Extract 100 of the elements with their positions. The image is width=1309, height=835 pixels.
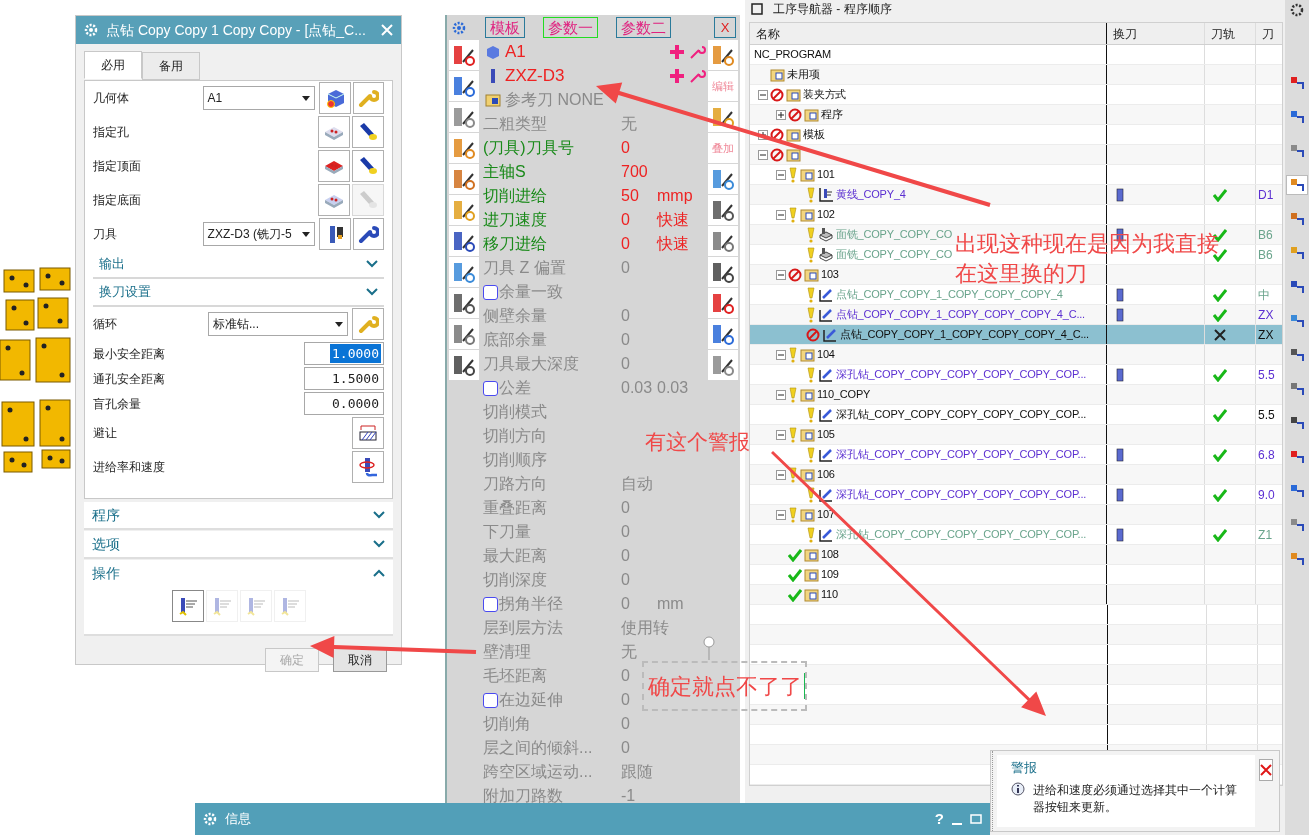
tree-item-label[interactable]: 106 — [817, 466, 835, 483]
param-value: 无 — [621, 114, 638, 134]
checkbox[interactable] — [483, 596, 498, 612]
toolbar-icon — [1289, 211, 1305, 227]
param-value: 0 — [621, 666, 631, 686]
tree-item-label[interactable]: 深孔钻_COPY_COPY_COPY_COPY_COPY_COP... — [836, 406, 1087, 423]
tree-item-label[interactable]: 101 — [817, 166, 835, 183]
table-cell-text: 9.0 — [1258, 486, 1275, 504]
settings-icon — [84, 23, 98, 37]
cube-icon — [324, 87, 346, 109]
param-value: 0 — [621, 522, 631, 542]
tree-item-label[interactable]: 装夹方式 — [803, 86, 847, 103]
tree-item-label[interactable]: 深孔钻_COPY_COPY_COPY_COPY_COPY_COP... — [836, 486, 1087, 503]
column-header[interactable]: 换刀 — [1106, 23, 1206, 44]
param-value: 50 — [621, 186, 640, 206]
param-label: 底部余量 — [483, 330, 547, 350]
tab[interactable]: 必用 — [84, 51, 142, 79]
param-label: 重叠距离 — [483, 498, 547, 518]
number-field[interactable]: 0.0000 — [304, 392, 384, 415]
field-label: 最小安全距离 — [93, 345, 165, 363]
toolbar-icon — [1289, 381, 1305, 397]
tree-item-label[interactable]: 102 — [817, 206, 835, 223]
param-label: 刀路方向 — [483, 474, 547, 494]
param-value: 0 — [621, 498, 631, 518]
tree-item-label[interactable]: NC_PROGRAM — [754, 46, 831, 63]
tree-item-label[interactable]: 深孔钻_COPY_COPY_COPY_COPY_COPY_COP... — [836, 366, 1087, 383]
param-label: 壁清理 — [483, 642, 531, 662]
select-button[interactable] — [352, 150, 384, 182]
operation-button[interactable] — [171, 590, 204, 622]
tree-item-label[interactable]: 模板 — [803, 126, 825, 143]
section-header[interactable]: 输出 — [93, 251, 384, 279]
toolbar-icon — [1289, 551, 1305, 567]
param-label: 切削模式 — [483, 402, 547, 422]
param-value: 0 — [621, 258, 631, 278]
tree-item-label[interactable]: 109 — [821, 566, 839, 583]
param-value: 0 — [621, 234, 631, 254]
param-value: 0 — [621, 354, 631, 374]
tree-item-label[interactable]: 110 — [821, 586, 838, 603]
tree-item-label[interactable]: 程序 — [821, 106, 843, 123]
toolbar-icon — [1289, 449, 1305, 465]
tree-item-label[interactable]: 点钻_COPY_COPY_1_COPY_COPY_COPY_4_C... — [840, 326, 1089, 343]
checkbox[interactable] — [483, 380, 498, 396]
param-label: 层到层方法 — [483, 618, 563, 638]
maximize-icon — [970, 813, 982, 825]
param-unit: 快速 — [657, 234, 689, 254]
dropdown[interactable]: ZXZ-D3 (铣刀-5 — [202, 222, 316, 246]
dropdown[interactable]: 标准钻... — [208, 312, 348, 336]
field-label: 避让 — [93, 425, 117, 442]
option-button[interactable] — [352, 218, 384, 250]
param-label: 刀具最大深度 — [483, 354, 579, 374]
tree-item-label[interactable]: 103 — [821, 266, 839, 283]
table-cell-text: D1 — [1258, 186, 1274, 204]
number-field[interactable]: 1.0000 — [304, 342, 384, 365]
settings-icon — [1289, 2, 1305, 18]
dropdown[interactable]: A1 — [202, 86, 316, 110]
tree-item-label[interactable]: 点钻_COPY_COPY_1_COPY_COPY_COPY_4_C... — [836, 306, 1085, 323]
param-value: 使用转 — [621, 618, 670, 638]
tree-item-label[interactable]: 105 — [817, 426, 835, 443]
option-button[interactable] — [319, 218, 351, 250]
window-icon — [751, 3, 763, 15]
param-value: 0.03 — [621, 378, 654, 398]
param-value: 自动 — [621, 474, 654, 494]
column-header[interactable]: 刀 — [1256, 23, 1282, 44]
planar-op-icon — [818, 186, 834, 203]
close-button[interactable] — [1259, 759, 1273, 781]
tree-item-label[interactable]: 110_COPY — [817, 386, 871, 403]
column-header[interactable]: 名称 — [750, 23, 1107, 44]
section-header[interactable]: 换刀设置 — [93, 279, 384, 307]
option-button[interactable] — [352, 451, 384, 483]
tree-item-label[interactable]: 未用项 — [787, 66, 820, 83]
section-header[interactable]: 选项 — [84, 531, 393, 557]
flashlight-icon — [357, 121, 379, 143]
section-header[interactable]: 程序 — [84, 502, 393, 528]
tree-item-label[interactable]: 104 — [817, 346, 835, 363]
param-label: 进刀速度 — [483, 210, 547, 230]
object-label: 参考刀 NONE — [505, 90, 604, 110]
table-cell-text: Z1 — [1258, 526, 1273, 544]
plus-icon — [668, 67, 686, 85]
number-field[interactable]: 1.5000 — [304, 367, 384, 390]
param-value: 0 — [621, 690, 631, 710]
chevron-down-icon — [373, 540, 385, 548]
select-button[interactable] — [352, 116, 384, 148]
tree-item-label[interactable]: 黄线_COPY_4 — [836, 186, 906, 203]
param-value: 700 — [621, 162, 649, 182]
tab[interactable]: 备用 — [142, 52, 200, 80]
tree-item-label[interactable]: 108 — [821, 546, 839, 563]
caret-icon — [335, 321, 343, 327]
param-label: 主轴S — [483, 162, 526, 182]
toolbar-icon — [1289, 109, 1305, 125]
checkbox[interactable] — [483, 284, 498, 300]
drill-op-icon — [818, 526, 834, 543]
param-value: 0 — [621, 594, 631, 614]
column-header[interactable]: 刀轨 — [1205, 23, 1257, 44]
annotation-text-box: 确定就点不了了 — [642, 661, 807, 711]
toolbar-button[interactable] — [1286, 175, 1308, 195]
checkbox[interactable] — [483, 692, 498, 708]
tree-item-label[interactable]: 深孔钻_COPY_COPY_COPY_COPY_COPY_COP... — [836, 446, 1087, 463]
spindle-icon — [357, 456, 379, 478]
annotation-note: 在这里换的刀 — [955, 260, 1087, 288]
toolbar-icon — [1289, 517, 1305, 533]
